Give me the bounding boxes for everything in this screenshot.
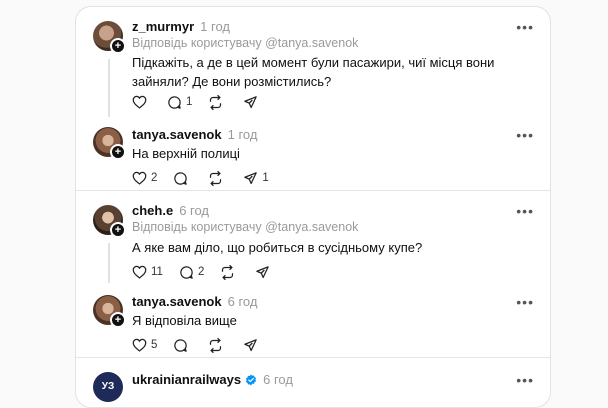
username[interactable]: cheh.e bbox=[132, 203, 173, 218]
share-icon bbox=[244, 95, 258, 108]
more-options-icon[interactable]: ••• bbox=[516, 372, 534, 388]
comment-button[interactable]: 2 bbox=[179, 265, 204, 280]
thread-line bbox=[108, 59, 110, 117]
thread-divider bbox=[76, 357, 550, 358]
follow-plus-icon[interactable]: + bbox=[110, 144, 126, 160]
post-header: tanya.savenok 1 год bbox=[132, 127, 257, 142]
heart-icon bbox=[132, 338, 147, 352]
like-count: 2 bbox=[151, 172, 158, 184]
verified-badge-icon bbox=[246, 374, 257, 386]
post-text: Підкажіть, а де в цей момент були пасажи… bbox=[132, 55, 495, 89]
follow-plus-icon[interactable]: + bbox=[110, 38, 126, 54]
follow-plus-icon[interactable]: + bbox=[110, 312, 126, 328]
thread-card: + z_murmyr 1 год Відповідь користувачу @t… bbox=[75, 6, 551, 408]
timestamp[interactable]: 1 год bbox=[228, 127, 258, 142]
post-header: cheh.e 6 год bbox=[132, 203, 209, 218]
repost-button[interactable] bbox=[220, 264, 239, 280]
action-bar: 11 2 bbox=[132, 264, 290, 280]
repost-icon bbox=[210, 170, 222, 186]
comment-icon bbox=[174, 338, 188, 352]
like-count: 5 bbox=[151, 339, 158, 351]
share-count: 1 bbox=[262, 172, 269, 184]
more-options-icon[interactable]: ••• bbox=[516, 19, 534, 35]
reply-to-label: Відповідь користувачу @tanya.savenok bbox=[132, 36, 359, 50]
reply-to-label: Відповідь користувачу @tanya.savenok bbox=[132, 220, 359, 234]
username[interactable]: z_murmyr bbox=[132, 19, 194, 34]
share-button[interactable] bbox=[255, 265, 274, 280]
action-bar: 1 bbox=[132, 94, 278, 110]
comment-button[interactable]: 1 bbox=[167, 95, 192, 110]
comment-button[interactable] bbox=[173, 338, 192, 353]
action-bar: 2 1 bbox=[132, 170, 285, 186]
repost-button[interactable] bbox=[208, 94, 227, 110]
like-button[interactable]: 11 bbox=[132, 265, 163, 279]
comment-icon bbox=[180, 265, 193, 279]
username[interactable]: tanya.savenok bbox=[132, 127, 222, 142]
repost-icon bbox=[210, 337, 222, 353]
share-button[interactable]: 1 bbox=[243, 171, 269, 186]
repost-button[interactable] bbox=[208, 337, 227, 353]
share-icon bbox=[244, 171, 258, 184]
thread-divider bbox=[76, 190, 550, 191]
avatar[interactable]: УЗ bbox=[93, 372, 123, 402]
post-header: tanya.savenok 6 год bbox=[132, 294, 257, 309]
repost-icon bbox=[222, 264, 234, 280]
share-icon bbox=[244, 338, 258, 351]
like-button[interactable]: 2 bbox=[132, 171, 157, 185]
username[interactable]: tanya.savenok bbox=[132, 294, 222, 309]
comment-count: 1 bbox=[186, 96, 193, 108]
share-icon bbox=[256, 265, 270, 278]
like-button[interactable] bbox=[132, 95, 151, 109]
comment-icon bbox=[168, 95, 181, 109]
more-options-icon[interactable]: ••• bbox=[516, 127, 534, 143]
timestamp[interactable]: 6 год bbox=[228, 294, 258, 309]
thread-line bbox=[108, 243, 110, 283]
post-text: А яке вам діло, що робиться в сусідньому… bbox=[132, 240, 423, 255]
comment-icon bbox=[174, 171, 188, 185]
like-button[interactable]: 5 bbox=[132, 338, 157, 352]
post-header: z_murmyr 1 год bbox=[132, 19, 230, 34]
comment-count: 2 bbox=[197, 266, 205, 278]
heart-icon bbox=[132, 265, 147, 279]
heart-icon bbox=[132, 171, 147, 185]
action-bar: 5 bbox=[132, 337, 278, 353]
repost-button[interactable] bbox=[208, 170, 227, 186]
repost-icon bbox=[210, 94, 222, 110]
like-count: 11 bbox=[151, 266, 163, 278]
more-options-icon[interactable]: ••• bbox=[516, 294, 534, 310]
share-button[interactable] bbox=[243, 338, 262, 353]
comment-button[interactable] bbox=[173, 171, 192, 186]
share-button[interactable] bbox=[243, 95, 262, 110]
post-text: На верхній полиці bbox=[132, 146, 240, 161]
timestamp[interactable]: 6 год bbox=[179, 203, 209, 218]
post-text: Я відповіла вище bbox=[132, 313, 237, 328]
more-options-icon[interactable]: ••• bbox=[516, 203, 534, 219]
heart-icon bbox=[132, 95, 147, 109]
follow-plus-icon[interactable]: + bbox=[110, 222, 126, 238]
timestamp[interactable]: 1 год bbox=[200, 19, 230, 34]
